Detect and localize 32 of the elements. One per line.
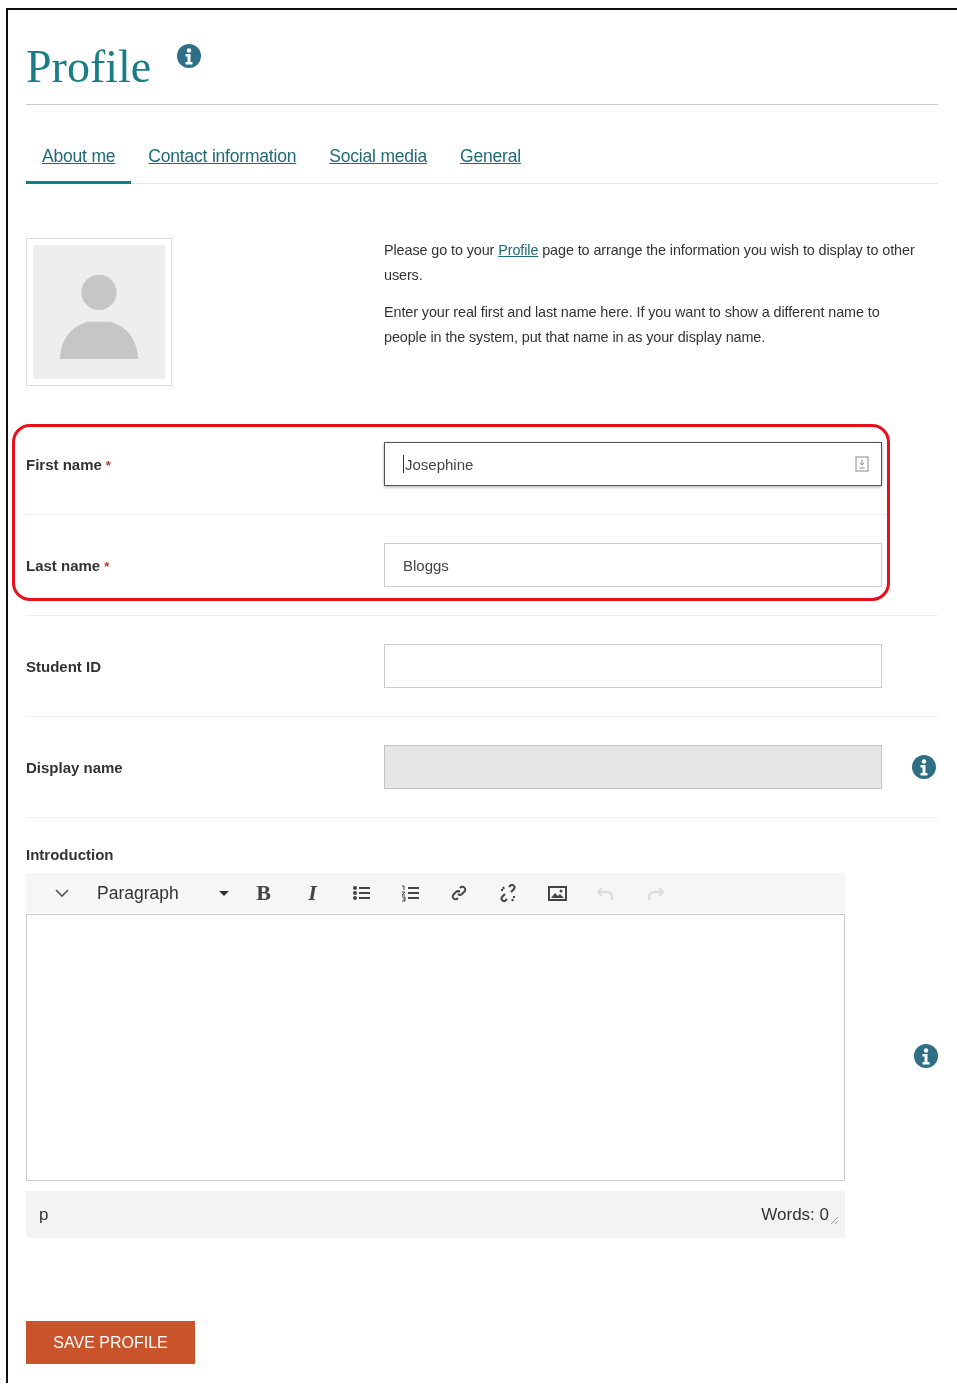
save-profile-button[interactable]: SAVE PROFILE <box>26 1321 195 1364</box>
word-count: Words: 0 <box>761 1204 829 1225</box>
numbered-list-icon <box>401 883 420 903</box>
page-title: Profile <box>26 44 152 90</box>
autofill-icon <box>855 456 869 472</box>
required-mark: * <box>104 558 110 574</box>
tab[interactable]: About me <box>26 136 132 184</box>
resize-grip-icon <box>829 1214 839 1225</box>
field-label: Last name <box>26 556 101 574</box>
field-label: Display name <box>26 758 123 776</box>
tab[interactable]: Contact information <box>132 136 313 184</box>
tab[interactable]: Social media <box>313 136 444 184</box>
broken-link-icon <box>499 883 518 903</box>
text-field[interactable] <box>384 644 882 688</box>
image-icon <box>548 883 567 903</box>
link-icon <box>450 883 469 903</box>
field-label: Student ID <box>26 657 101 675</box>
field-label: Introduction <box>26 846 115 863</box>
text-field[interactable]: Bloggs <box>384 543 882 587</box>
bulleted-list-icon <box>352 883 371 903</box>
format-dropdown[interactable]: Paragraph <box>87 875 239 911</box>
help-text: Please go to your Profile page to arrange the information you wish to display to other users. <box>384 241 916 285</box>
tab[interactable]: General <box>444 136 537 184</box>
help-text: Enter your real first and last name here. If you want to show a different name to people in the system, put that name in as your display name. <box>384 303 881 347</box>
field-label: First name <box>26 455 102 473</box>
caret-icon <box>219 890 229 896</box>
element-path: p <box>39 1204 49 1225</box>
required-mark: * <box>105 457 111 473</box>
bold-button[interactable]: B <box>239 875 288 911</box>
text-field[interactable]: Josephine <box>384 442 882 486</box>
italic-button[interactable]: I <box>288 875 337 911</box>
profile-link[interactable]: Profile <box>498 242 539 258</box>
